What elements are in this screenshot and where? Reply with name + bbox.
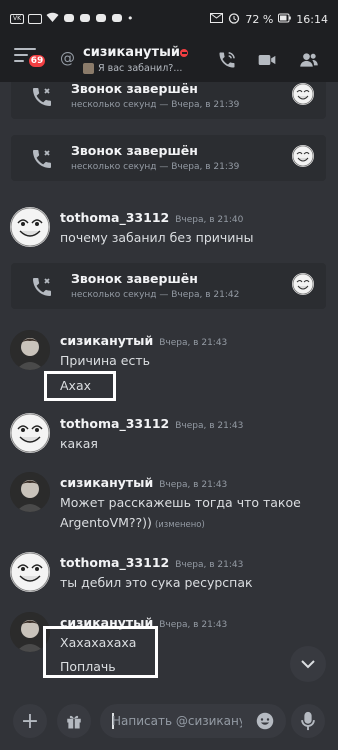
channel-status-text: Я вас забанил?...: [98, 63, 183, 74]
phone-call-icon: [219, 52, 235, 68]
avatar[interactable]: [10, 207, 50, 247]
clock: 16:14: [296, 13, 328, 26]
status-bar-left: VK •: [10, 12, 134, 26]
call-title: Звонок завершён: [71, 82, 198, 96]
gift-button[interactable]: [57, 704, 91, 738]
author-name[interactable]: сизиканутый: [60, 475, 153, 490]
author-name[interactable]: сизиканутый: [60, 333, 153, 348]
avatar[interactable]: [10, 552, 50, 592]
message-author[interactable]: tothoma_33112 Вчера, в 21:40: [60, 210, 243, 225]
call-ended-phone-icon: [33, 278, 51, 296]
unread-badge: 69: [27, 53, 47, 69]
message-text: ты дебил это сука ресурспак: [60, 575, 253, 590]
call-subtitle: несколько секунд — Вчера, в 21:39: [71, 162, 240, 172]
video-camera-icon: [258, 55, 276, 65]
channel-name[interactable]: сизиканутый: [83, 45, 180, 60]
call-ended-card[interactable]: Звонок завершён несколько секунд — Вчера…: [11, 263, 326, 309]
call-ended-card[interactable]: Звонок завершён несколько секунд — Вчера…: [11, 82, 326, 119]
avatar[interactable]: [10, 330, 50, 370]
message-text: Причина есть: [60, 353, 150, 368]
avatar[interactable]: [10, 472, 50, 512]
call-ended-phone-icon: [33, 88, 51, 106]
message-author[interactable]: сизиканутый Вчера, в 21:43: [60, 475, 227, 490]
voice-message-button[interactable]: [291, 704, 325, 738]
discord-notification-icon-2: [79, 13, 91, 26]
members-icon: [300, 53, 318, 67]
message-composer: +: [0, 690, 338, 750]
message-timestamp: Вчера, в 21:43: [159, 480, 228, 490]
message-author[interactable]: сизиканутый Вчера, в 21:43: [60, 333, 227, 348]
microphone-icon: [301, 711, 315, 731]
message-input[interactable]: [112, 704, 242, 738]
dnd-status-icon: [180, 49, 188, 57]
message-timestamp: Вчера, в 21:43: [175, 421, 244, 431]
message-author[interactable]: tothoma_33112 Вчера, в 21:43: [60, 555, 243, 570]
status-bar-right: 72 % 16:14: [210, 12, 328, 27]
message-text: Может расскажешь тогда что такое: [60, 495, 301, 510]
at-sign-icon: @: [60, 49, 75, 67]
gift-icon: [67, 715, 81, 729]
avatar[interactable]: [10, 413, 50, 453]
author-name[interactable]: tothoma_33112: [60, 210, 169, 225]
voice-call-button[interactable]: [214, 47, 240, 73]
more-dot-icon: •: [127, 12, 134, 25]
message-list[interactable]: Звонок завершён несколько секунд — Вчера…: [0, 82, 338, 690]
jump-to-bottom-button[interactable]: [290, 646, 326, 682]
message-text: ArgentoVM??)): [60, 515, 152, 530]
message-timestamp: Вчера, в 21:43: [159, 338, 228, 348]
status-bar: VK • 72 % 16:14: [0, 0, 338, 40]
video-call-button[interactable]: [254, 47, 280, 73]
notification-icon: [28, 14, 42, 24]
call-subtitle: несколько секунд — Вчера, в 21:42: [71, 290, 240, 300]
vkontakte-notification-icon: VK: [10, 14, 24, 24]
mail-icon: [210, 13, 224, 26]
message-text: почему забанил без причины: [60, 230, 254, 245]
battery-percent: 72 %: [245, 13, 274, 26]
troll-face-reaction-icon: [292, 83, 314, 105]
author-name[interactable]: tothoma_33112: [60, 555, 169, 570]
call-title: Звонок завершён: [71, 143, 198, 158]
message-timestamp: Вчера, в 21:43: [175, 560, 244, 570]
call-subtitle: несколько секунд — Вчера, в 21:39: [71, 100, 240, 110]
author-name[interactable]: tothoma_33112: [60, 416, 169, 431]
channel-status: Я вас забанил?...: [83, 63, 182, 74]
call-title: Звонок завершён: [71, 271, 198, 286]
troll-face-reaction-icon: [292, 145, 314, 167]
alarm-icon: [228, 12, 240, 27]
wifi-icon: [46, 12, 59, 26]
discord-notification-icon-4: [111, 13, 123, 26]
highlight-box: [44, 371, 116, 401]
plus-icon: +: [20, 708, 40, 734]
call-ended-phone-icon: [33, 150, 51, 168]
call-ended-card[interactable]: Звонок завершён несколько секунд — Вчера…: [11, 135, 326, 181]
highlight-box: [43, 626, 158, 678]
emoji-icon[interactable]: [256, 712, 274, 730]
members-button[interactable]: [296, 47, 322, 73]
message-text-line-2: ArgentoVM??)) (изменено): [60, 515, 205, 530]
discord-notification-icon: [63, 13, 75, 26]
message-input-wrapper[interactable]: [100, 704, 286, 738]
edited-marker: (изменено): [154, 520, 205, 530]
channel-header: 69 @ сизиканутый Я вас забанил?...: [0, 40, 338, 82]
add-attachment-button[interactable]: +: [13, 704, 47, 738]
message-timestamp: Вчера, в 21:43: [159, 620, 228, 630]
status-emoji-icon: [83, 63, 94, 74]
discord-notification-icon-3: [95, 13, 107, 26]
message-author[interactable]: tothoma_33112 Вчера, в 21:43: [60, 416, 243, 431]
battery-icon: [278, 13, 292, 26]
chevron-down-icon: [301, 660, 315, 669]
message-text: какая: [60, 436, 98, 451]
troll-face-reaction-icon: [292, 273, 314, 295]
message-timestamp: Вчера, в 21:40: [175, 215, 244, 225]
